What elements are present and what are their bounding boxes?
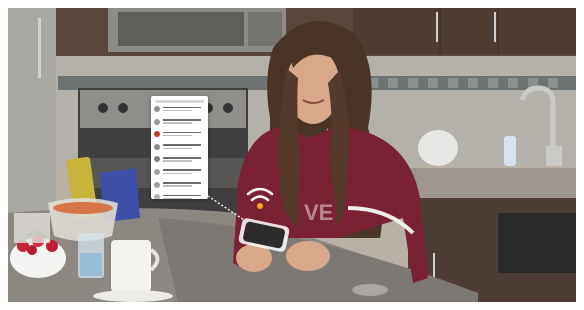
avatar <box>154 194 160 199</box>
notification-text-lines <box>163 131 205 137</box>
notification-item <box>151 131 208 142</box>
svg-text:VE: VE <box>304 200 333 225</box>
notification-text-lines <box>163 106 205 112</box>
notification-text-lines <box>163 119 205 124</box>
avatar <box>154 156 160 163</box>
avatar <box>154 106 160 112</box>
kitchen-photo: VE <box>8 8 576 302</box>
notification-item <box>151 143 208 155</box>
avatar <box>154 181 160 188</box>
refrigerator <box>8 8 56 218</box>
notification-item <box>151 156 208 167</box>
notification-item <box>151 181 208 193</box>
notification-text-lines <box>163 156 205 162</box>
notification-text-lines <box>163 169 205 175</box>
notification-text-lines <box>163 144 205 150</box>
avatar <box>154 168 160 175</box>
notification-panel <box>151 96 208 199</box>
notification-item <box>151 118 208 130</box>
notification-item <box>151 168 208 180</box>
notification-text-lines <box>163 194 205 199</box>
dishwasher <box>498 213 576 273</box>
notification-text-lines <box>163 182 205 187</box>
notification-item <box>151 194 208 199</box>
avatar <box>154 143 160 150</box>
avatar <box>154 118 160 125</box>
avatar <box>154 131 160 138</box>
notification-panel-header <box>155 100 204 103</box>
coffee-mug <box>111 240 151 292</box>
notification-item <box>151 106 208 117</box>
